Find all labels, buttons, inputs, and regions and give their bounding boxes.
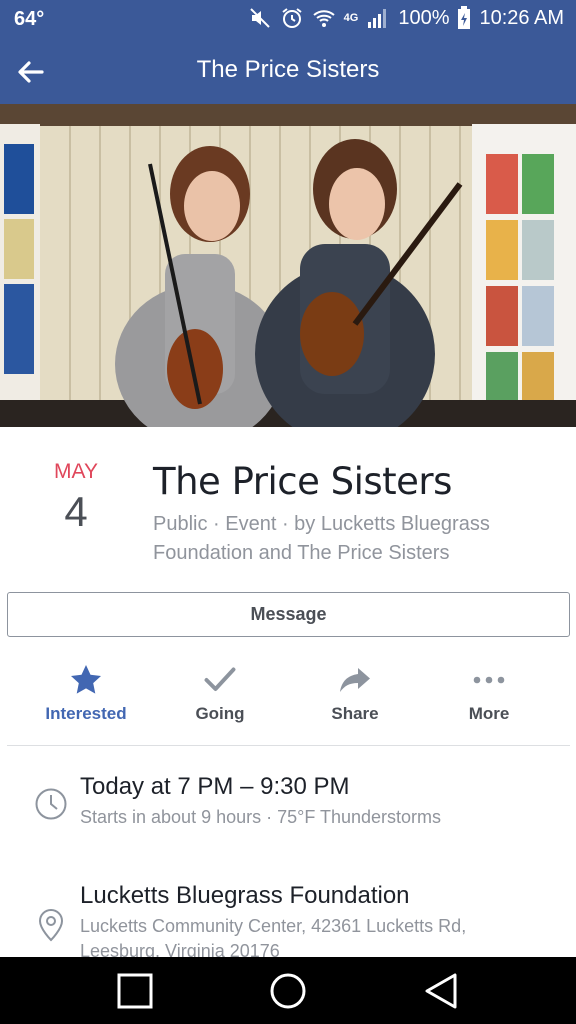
battery-icon [458,6,471,29]
app-bar: The Price Sisters [0,40,576,104]
battery-percent: 100% [398,6,450,29]
share-icon [340,668,370,692]
event-title: The Price Sisters [153,460,452,503]
interested-label: Interested [45,704,127,723]
clock-icon [35,788,67,820]
signal-icon [368,9,387,28]
status-bar: 64° 4G 100% 10:26 AM [0,0,576,40]
interested-button[interactable]: Interested [26,660,146,724]
system-nav-bar [0,957,576,1024]
location-pin-icon [38,909,64,942]
divider [7,745,570,746]
cover-photo[interactable] [0,104,576,427]
event-subtitle[interactable]: Public · Event · by Lucketts Bluegrass F… [153,510,553,568]
star-icon [71,665,101,694]
home-icon[interactable] [268,971,308,1011]
event-time-detail: Starts in about 9 hours · 75°F Thunderst… [80,807,442,827]
more-button[interactable]: More [429,660,549,724]
network-type: 4G [343,12,359,24]
page-title: The Price Sisters [196,56,380,83]
back-nav-icon[interactable] [421,971,461,1011]
clock-time: 10:26 AM [479,6,564,29]
check-icon [204,667,236,691]
going-button[interactable]: Going [160,660,280,724]
message-button[interactable]: Message [7,592,570,637]
more-label: More [468,704,510,723]
status-icons: 4G 100% 10:26 AM [248,6,564,30]
share-button[interactable]: Share [295,660,415,724]
mute-icon [249,8,270,28]
wifi-icon [313,10,335,27]
alarm-icon [282,8,302,28]
location-address-line1: Lucketts Community Center, 42361 Luckett… [80,916,467,936]
event-month: MAY [54,460,98,483]
event-day: 4 [64,488,88,535]
temperature: 64° [14,8,45,30]
event-time[interactable]: Today at 7 PM – 9:30 PM [80,773,349,801]
more-icon [473,676,505,684]
share-label: Share [331,704,379,723]
location-name[interactable]: Lucketts Bluegrass Foundation [80,882,410,910]
recent-apps-icon[interactable] [115,971,155,1011]
going-label: Going [195,704,245,723]
